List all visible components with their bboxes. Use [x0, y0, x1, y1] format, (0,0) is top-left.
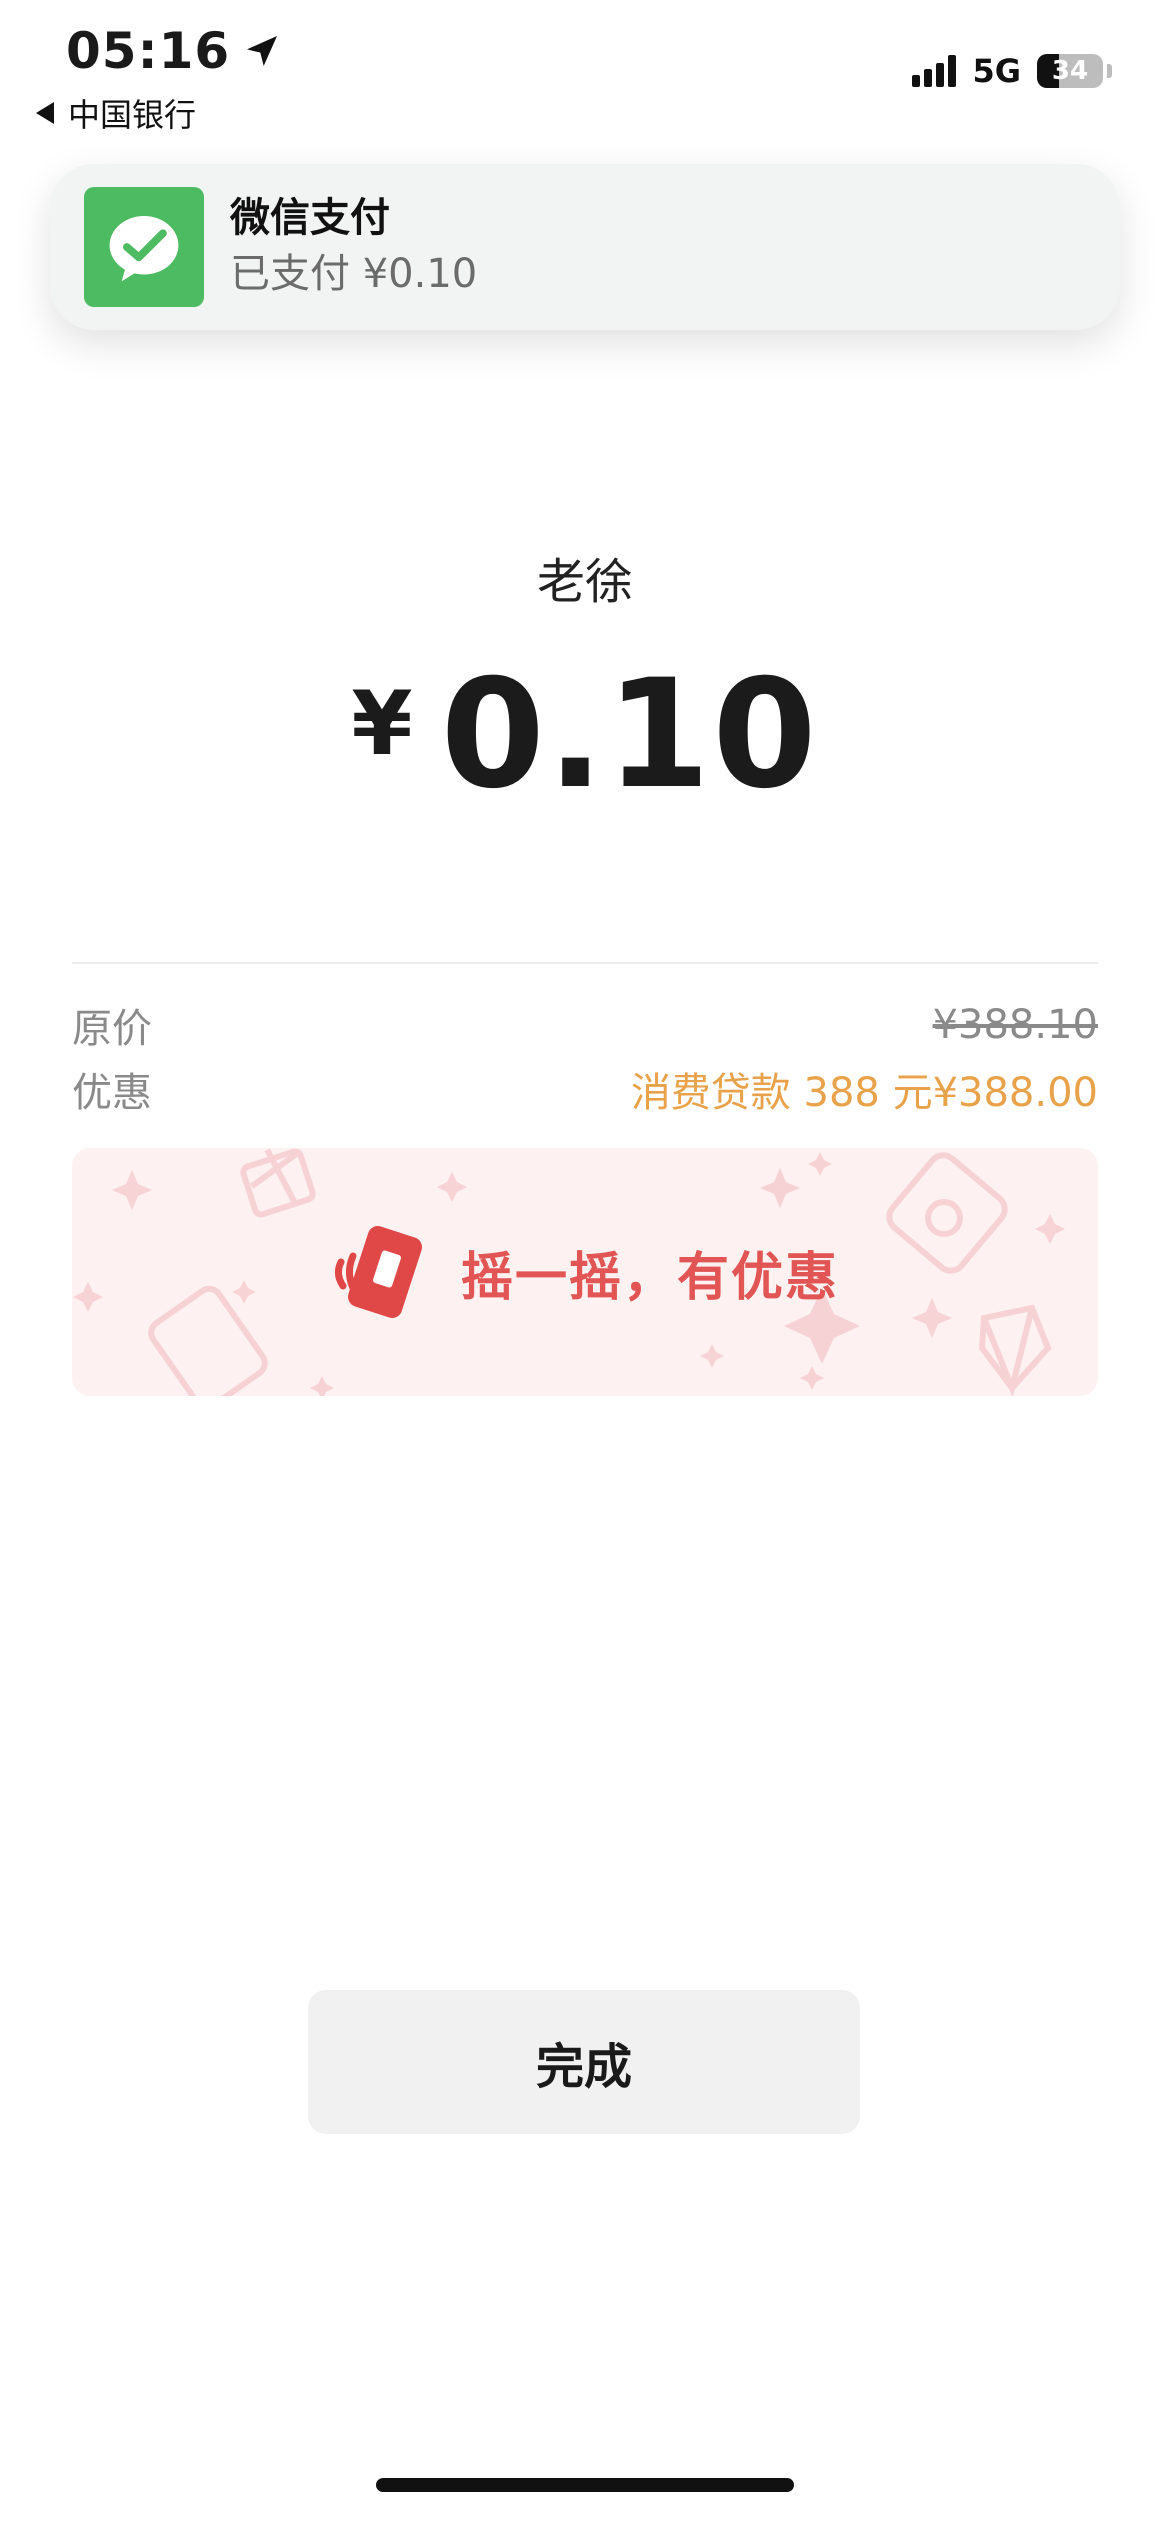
- notification-text: 微信支付 已支付 ¥0.10: [230, 192, 477, 302]
- network-type: 5G: [972, 52, 1021, 90]
- back-triangle-icon: [36, 102, 54, 124]
- back-to-app-link[interactable]: 中国银行: [36, 90, 196, 136]
- original-price-label: 原价: [72, 1006, 152, 1052]
- notification-title: 微信支付: [230, 195, 390, 241]
- wechat-pay-notification[interactable]: 微信支付 已支付 ¥0.10: [50, 164, 1120, 330]
- shake-promo-content: 摇一摇，有优惠: [72, 1148, 1098, 1396]
- done-button[interactable]: 完成: [308, 1990, 860, 2134]
- status-time-text: 05:16: [66, 22, 231, 80]
- payment-result-screen: 05:16 中国银行 5G 34 微信支付 已支付 ¥0.10 老徐 ¥ 0.1…: [0, 0, 1170, 2532]
- discount-label: 优惠: [72, 1070, 152, 1116]
- currency-symbol: ¥: [351, 672, 413, 775]
- battery-level: 34: [1051, 56, 1089, 86]
- original-price-row: 原价 ¥388.10: [72, 996, 1098, 1054]
- back-app-label: 中国银行: [68, 96, 197, 134]
- shake-phone-icon: [334, 1226, 422, 1318]
- status-time: 05:16: [66, 22, 282, 80]
- battery-tip: [1107, 64, 1112, 78]
- cellular-signal-icon: [912, 55, 957, 87]
- home-indicator[interactable]: [376, 2478, 794, 2492]
- divider: [72, 962, 1098, 964]
- shake-promo-banner[interactable]: 摇一摇，有优惠: [72, 1148, 1098, 1396]
- battery-icon: 34: [1037, 54, 1103, 88]
- payee-name: 老徐: [536, 554, 633, 610]
- location-arrow-icon: [247, 36, 278, 66]
- wechat-pay-icon: [84, 187, 204, 307]
- discount-value: 消费贷款 388 元¥388.00: [630, 1070, 1098, 1116]
- discount-row: 优惠 消费贷款 388 元¥388.00: [72, 1060, 1098, 1118]
- notification-body: 已支付 ¥0.10: [230, 251, 478, 297]
- status-indicators: 5G 34: [912, 52, 1112, 90]
- payment-amount: ¥ 0.10: [0, 650, 1170, 820]
- shake-promo-text: 摇一摇，有优惠: [460, 1247, 839, 1308]
- original-price-value: ¥388.10: [932, 1002, 1098, 1048]
- amount-value: 0.10: [440, 648, 819, 822]
